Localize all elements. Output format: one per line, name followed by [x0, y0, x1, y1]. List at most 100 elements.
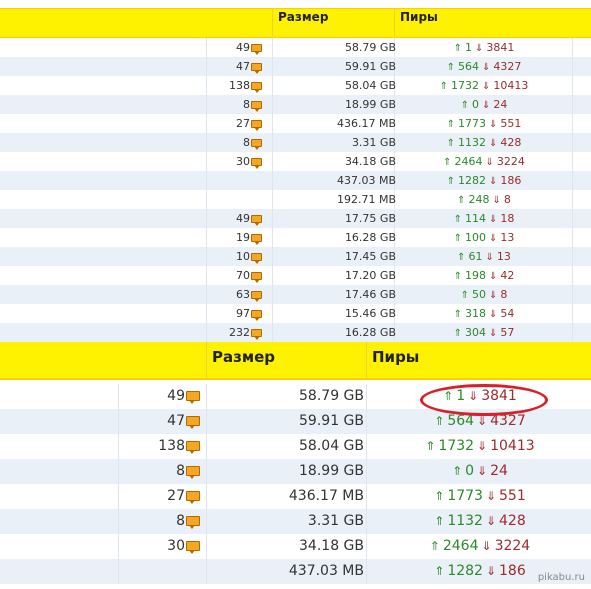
size-cell: 16.28 GB [344, 326, 396, 339]
comments-count[interactable]: 49 [167, 388, 185, 404]
seeders-count: 1732 [451, 79, 479, 92]
comments-count[interactable]: 27 [236, 117, 250, 130]
peers-cell: ⇑ 304 ⇓ 57 [396, 323, 572, 342]
comments-count[interactable]: 30 [167, 538, 185, 554]
comments-count[interactable]: 30 [236, 155, 250, 168]
comments-count[interactable]: 8 [176, 513, 185, 529]
table-row[interactable]: 8 3.31 GB ⇑ 1132 ⇓ 428 [0, 133, 591, 152]
table-row[interactable]: 437.03 MB ⇑ 1282 ⇓ 186 [0, 171, 591, 190]
comments-count[interactable]: 49 [236, 212, 250, 225]
comments-count[interactable]: 27 [167, 488, 185, 504]
table-row[interactable]: 30 34.18 GB ⇑ 2464 ⇓ 3224 [0, 534, 591, 559]
arrow-down-icon: ⇓ [489, 309, 498, 320]
size-cell: 17.20 GB [344, 269, 396, 282]
comment-icon[interactable] [186, 491, 200, 504]
comment-icon[interactable] [251, 139, 262, 150]
comments-count[interactable]: 47 [236, 60, 250, 73]
table-row[interactable]: 49 17.75 GB ⇑ 114 ⇓ 18 [0, 209, 591, 228]
comments-count[interactable]: 63 [236, 288, 250, 301]
peers-cell: ⇑ 50 ⇓ 8 [396, 285, 572, 304]
table-row[interactable]: 192.71 MB ⇑ 248 ⇓ 8 [0, 190, 591, 209]
comments-count[interactable]: 97 [236, 307, 250, 320]
column-divider [206, 384, 207, 409]
comments-cell: 49 [0, 38, 262, 57]
table-row[interactable]: 8 18.99 GB ⇑ 0 ⇓ 24 [0, 95, 591, 114]
comment-icon[interactable] [251, 44, 262, 55]
leechers-count: 3224 [494, 538, 531, 554]
comments-count[interactable]: 8 [176, 463, 185, 479]
comments-count[interactable]: 10 [236, 250, 250, 263]
comments-count[interactable]: 138 [229, 79, 250, 92]
arrow-down-icon: ⇓ [477, 439, 488, 453]
column-divider [206, 409, 207, 434]
comment-icon[interactable] [251, 253, 262, 264]
leechers-count: 8 [503, 193, 511, 206]
table-row[interactable]: 138 58.04 GB ⇑ 1732 ⇓ 10413 [0, 76, 591, 95]
arrow-down-icon: ⇓ [492, 195, 501, 206]
comment-icon[interactable] [251, 63, 262, 74]
table-row[interactable]: 10 17.45 GB ⇑ 61 ⇓ 13 [0, 247, 591, 266]
arrow-up-icon: ⇑ [453, 233, 462, 244]
comments-count[interactable]: 232 [229, 326, 250, 339]
peers-cell: ⇑ 2464 ⇓ 3224 [366, 534, 591, 559]
table-row[interactable]: 63 17.46 GB ⇑ 50 ⇓ 8 [0, 285, 591, 304]
comment-icon[interactable] [186, 516, 200, 529]
size-cell: 3.31 GB [307, 513, 364, 529]
arrow-up-icon: ⇑ [434, 514, 445, 528]
comments-count[interactable]: 49 [236, 41, 250, 54]
comment-icon[interactable] [251, 291, 262, 302]
comment-icon[interactable] [251, 101, 262, 112]
comments-cell: 63 [0, 285, 262, 304]
peers-column-header[interactable]: Пиры [372, 348, 419, 366]
size-column-header[interactable]: Размер [212, 348, 275, 366]
table-row[interactable]: 8 18.99 GB ⇑ 0 ⇓ 24 [0, 459, 591, 484]
comment-icon[interactable] [251, 272, 262, 283]
comment-icon[interactable] [251, 329, 262, 340]
comment-icon[interactable] [186, 541, 200, 554]
table-row[interactable]: 97 15.46 GB ⇑ 318 ⇓ 54 [0, 304, 591, 323]
seeders-count: 1773 [447, 488, 483, 504]
comment-icon[interactable] [251, 158, 262, 169]
comment-icon[interactable] [251, 82, 262, 93]
table-row[interactable]: 8 3.31 GB ⇑ 1132 ⇓ 428 [0, 509, 591, 534]
comment-icon[interactable] [186, 441, 200, 454]
column-divider [572, 95, 573, 114]
arrow-up-icon: ⇑ [460, 290, 469, 301]
peers-column-header[interactable]: Пиры [400, 10, 438, 24]
comment-icon[interactable] [186, 391, 200, 404]
size-column-header[interactable]: Размер [278, 10, 328, 24]
comment-icon[interactable] [251, 234, 262, 245]
leechers-count: 3841 [486, 41, 515, 54]
comment-icon[interactable] [186, 466, 200, 479]
size-cell: 3.31 GB [351, 136, 396, 149]
table-row[interactable]: 138 58.04 GB ⇑ 1732 ⇓ 10413 [0, 434, 591, 459]
seeders-count: 61 [468, 250, 483, 263]
comments-count[interactable]: 8 [243, 98, 250, 111]
table-row[interactable]: 437.03 MB ⇑ 1282 ⇓ 186 [0, 559, 591, 584]
table-row[interactable]: 47 59.91 GB ⇑ 564 ⇓ 4327 [0, 57, 591, 76]
arrow-down-icon: ⇓ [482, 100, 491, 111]
table-row[interactable]: 19 16.28 GB ⇑ 100 ⇓ 13 [0, 228, 591, 247]
comment-icon[interactable] [251, 215, 262, 226]
table-row[interactable]: 70 17.20 GB ⇑ 198 ⇓ 42 [0, 266, 591, 285]
comments-count[interactable]: 70 [236, 269, 250, 282]
arrow-down-icon: ⇓ [485, 489, 497, 503]
table-row[interactable]: 30 34.18 GB ⇑ 2464 ⇓ 3224 [0, 152, 591, 171]
comments-count[interactable]: 8 [243, 136, 250, 149]
comments-cell: 8 [0, 95, 262, 114]
table-row[interactable]: 27 436.17 MB ⇑ 1773 ⇓ 551 [0, 484, 591, 509]
arrow-down-icon: ⇓ [482, 62, 491, 73]
column-divider [572, 285, 573, 304]
table-row[interactable]: 27 436.17 MB ⇑ 1773 ⇓ 551 [0, 114, 591, 133]
comment-icon[interactable] [251, 120, 262, 131]
comment-icon[interactable] [186, 416, 200, 429]
column-divider [572, 133, 573, 152]
peers-cell: ⇑ 1773 ⇓ 551 [366, 484, 591, 509]
table-row[interactable]: 49 58.79 GB ⇑ 1 ⇓ 3841 [0, 38, 591, 57]
comments-count[interactable]: 138 [158, 438, 185, 454]
comments-count[interactable]: 19 [236, 231, 250, 244]
comments-count[interactable]: 47 [167, 413, 185, 429]
table-row[interactable]: 232 16.28 GB ⇑ 304 ⇓ 57 [0, 323, 591, 342]
size-cell: 18.99 GB [299, 463, 364, 479]
comment-icon[interactable] [251, 310, 262, 321]
